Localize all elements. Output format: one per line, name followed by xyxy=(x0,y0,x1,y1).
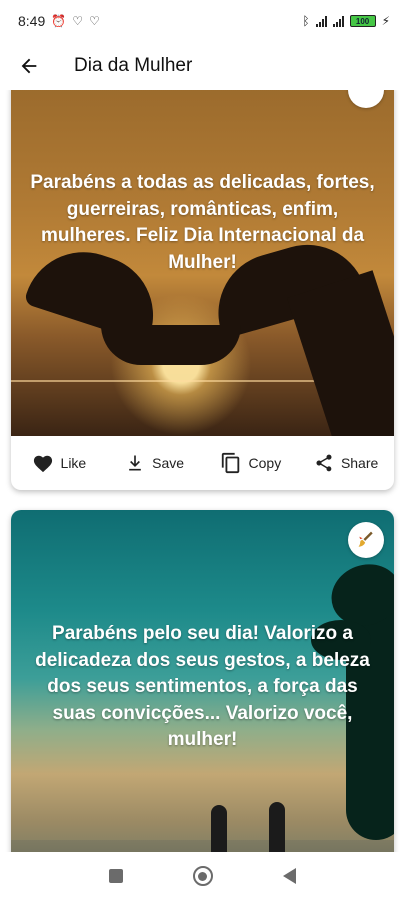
quote-text: Parabéns pelo seu dia! Valorizo a delica… xyxy=(35,623,370,750)
card-actions: Like Save Copy Share xyxy=(11,436,394,490)
save-button[interactable]: Save xyxy=(107,453,203,473)
heart-icon xyxy=(32,453,54,473)
status-left: 8:49 ⏰ ♡ ♡ xyxy=(18,13,100,29)
recents-square-icon[interactable] xyxy=(108,869,123,883)
beach-sand xyxy=(11,840,394,852)
like-button[interactable]: Like xyxy=(11,453,107,473)
like-label: Like xyxy=(60,455,87,471)
person-silhouette xyxy=(269,802,285,852)
home-circle-icon[interactable] xyxy=(192,866,213,886)
heart-bottom xyxy=(101,325,241,365)
save-label: Save xyxy=(152,455,185,471)
status-time: 8:49 xyxy=(18,13,46,29)
battery-icon: 100 xyxy=(349,15,376,27)
quote-image: Parabéns a todas as delicadas, fortes, g… xyxy=(11,90,394,436)
back-button[interactable] xyxy=(0,42,58,90)
app-bar: Dia da Mulher xyxy=(0,42,404,90)
system-nav-bar xyxy=(0,852,404,900)
share-label: Share xyxy=(340,455,379,471)
quote-image: Parabéns pelo seu dia! Valorizo a delica… xyxy=(11,510,394,852)
heart-icon: ♡ xyxy=(88,14,100,28)
back-triangle-icon[interactable] xyxy=(282,868,296,884)
copy-label: Copy xyxy=(248,455,282,471)
arrow-left-icon xyxy=(21,58,37,74)
person-silhouette xyxy=(211,805,227,852)
share-icon xyxy=(314,452,334,474)
arm-silhouette xyxy=(286,270,394,436)
download-icon xyxy=(125,453,145,473)
signal-icon xyxy=(332,15,344,27)
quote-card: Parabéns pelo seu dia! Valorizo a delica… xyxy=(11,510,394,852)
status-bar: 8:49 ⏰ ♡ ♡ ᛒ 100 ⚡ xyxy=(0,0,404,42)
copy-button[interactable]: Copy xyxy=(203,451,299,475)
copy-icon xyxy=(220,451,242,475)
quotes-feed[interactable]: Parabéns a todas as delicadas, fortes, g… xyxy=(0,90,404,852)
share-button[interactable]: Share xyxy=(298,452,394,474)
page-title: Dia da Mulher xyxy=(74,55,193,76)
bluetooth-icon: ᛒ xyxy=(302,14,310,28)
brush-icon xyxy=(358,531,373,547)
status-right: ᛒ 100 ⚡ xyxy=(302,14,390,28)
edit-button[interactable] xyxy=(348,522,384,558)
quote-text: Parabéns a todas as delicadas, fortes, g… xyxy=(30,172,375,273)
heart-icon: ♡ xyxy=(72,14,83,28)
no-alarm-icon: ⏰ xyxy=(51,14,67,28)
quote-card: Parabéns a todas as delicadas, fortes, g… xyxy=(11,90,394,490)
signal-icon xyxy=(315,15,327,27)
charging-icon: ⚡ xyxy=(381,14,390,28)
